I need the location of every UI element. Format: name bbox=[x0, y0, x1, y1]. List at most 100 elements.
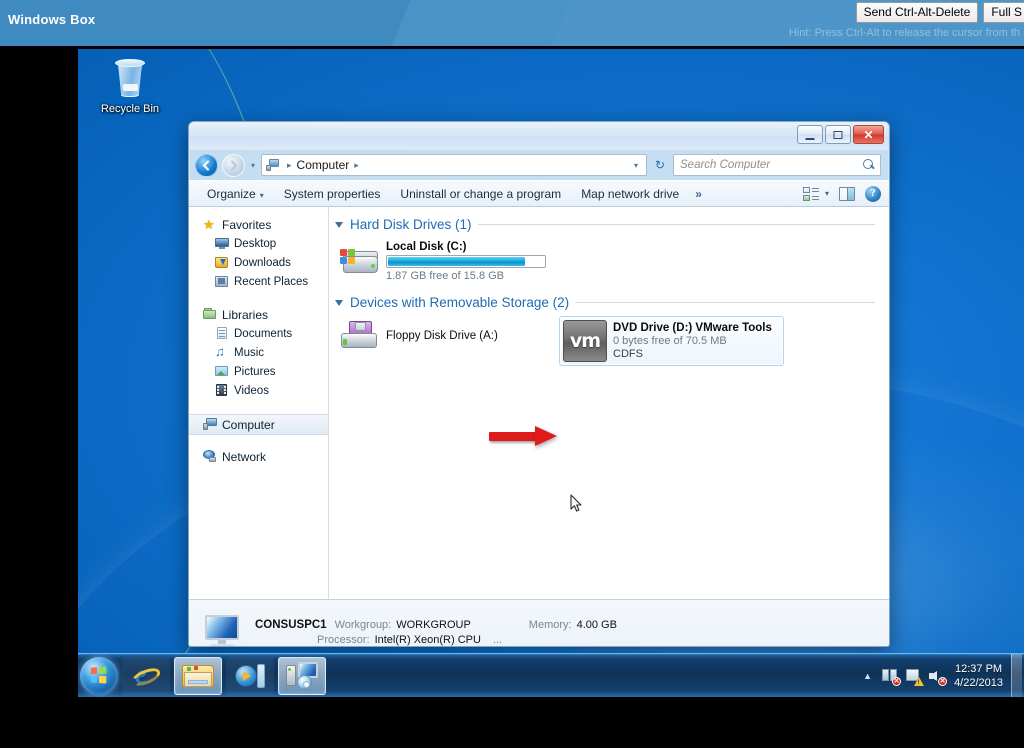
warning-badge-icon bbox=[914, 676, 925, 686]
network-icon bbox=[203, 450, 217, 463]
navigation-pane[interactable]: ★ Favorites Desktop Downloads Recent Pla… bbox=[189, 207, 329, 599]
memory-label: Memory: bbox=[528, 619, 572, 631]
recent-pages-dropdown[interactable]: ▾ bbox=[249, 161, 257, 170]
console-hint-text: Hint: Press Ctrl-Alt to release the curs… bbox=[788, 27, 1020, 39]
clock[interactable]: 12:37 PM 4/22/2013 bbox=[948, 662, 1011, 690]
details-text: CONSUSPC1 Workgroup: WORKGROUP Memory: 4… bbox=[255, 619, 617, 646]
folder-icon bbox=[182, 663, 214, 689]
taskbar-windows-explorer[interactable] bbox=[174, 656, 222, 695]
minimize-button[interactable] bbox=[797, 125, 823, 144]
tray-network-icon[interactable]: ✕ bbox=[882, 668, 902, 686]
pictures-icon bbox=[215, 365, 229, 378]
breadcrumb-item-computer[interactable]: Computer bbox=[296, 158, 351, 172]
toolbar-uninstall-change-program[interactable]: Uninstall or change a program bbox=[390, 183, 571, 205]
search-placeholder: Search Computer bbox=[680, 159, 771, 171]
workgroup-label: Workgroup: bbox=[334, 619, 392, 631]
toolbar-overflow-button[interactable]: » bbox=[689, 183, 708, 205]
drive-label: Floppy Disk Drive (A:) bbox=[386, 330, 498, 342]
full-screen-button[interactable]: Full S bbox=[983, 2, 1024, 23]
nav-item-label: Downloads bbox=[234, 256, 291, 269]
refresh-icon[interactable]: ↻ bbox=[651, 158, 669, 172]
window-controls: ✕ bbox=[797, 125, 884, 144]
nav-downloads[interactable]: Downloads bbox=[189, 253, 328, 272]
nav-music[interactable]: ♫ Music bbox=[189, 343, 328, 362]
chevron-down-icon[interactable]: ▾ bbox=[629, 161, 643, 170]
breadcrumb[interactable]: ▸ Computer ▸ ▾ bbox=[261, 154, 647, 176]
console-header: Windows Box Send Ctrl-Alt-Delete Full S … bbox=[0, 0, 1024, 46]
drive-capacity-text: 0 bytes free of 70.5 MB bbox=[613, 335, 727, 347]
console-title: Windows Box bbox=[8, 12, 96, 27]
toolbar-map-network-drive[interactable]: Map network drive bbox=[571, 183, 689, 205]
nav-item-label: Recent Places bbox=[234, 275, 309, 288]
nav-item-label: Computer bbox=[222, 417, 275, 432]
error-badge-icon: ✕ bbox=[938, 676, 948, 686]
chevron-down-icon[interactable]: ▾ bbox=[825, 189, 829, 198]
downloads-icon bbox=[215, 256, 229, 269]
group-removable-storage-header[interactable]: Devices with Removable Storage (2) bbox=[329, 295, 889, 310]
videos-icon bbox=[215, 384, 229, 397]
system-tray: ▲ ✕ ✕ 12:37 PM 4/22/2013 bbox=[856, 654, 1024, 697]
documents-icon bbox=[215, 327, 229, 340]
nav-recent-places[interactable]: Recent Places bbox=[189, 272, 328, 291]
desktop-icon-recycle-bin[interactable]: Recycle Bin bbox=[90, 57, 170, 116]
desktop-icon bbox=[215, 237, 229, 250]
computer-disc-icon bbox=[286, 661, 318, 690]
forward-button[interactable] bbox=[222, 153, 245, 177]
vm-viewport[interactable]: Recycle Bin ✕ ▾ ▸ Computer ▸ ▾ ↻ Search … bbox=[78, 49, 1024, 697]
group-hard-disk-drives-header[interactable]: Hard Disk Drives (1) bbox=[329, 217, 889, 232]
details-pane: CONSUSPC1 Workgroup: WORKGROUP Memory: 4… bbox=[189, 599, 889, 646]
recycle-bin-icon bbox=[108, 57, 152, 101]
collapse-triangle-icon[interactable] bbox=[335, 221, 343, 228]
show-desktop-button[interactable] bbox=[1011, 654, 1022, 697]
vmware-disc-icon: vm bbox=[563, 320, 607, 362]
content-pane[interactable]: Hard Disk Drives (1) Local Disk (C:) 1.8… bbox=[329, 207, 889, 599]
nav-item-label: Pictures bbox=[234, 365, 276, 378]
close-button[interactable]: ✕ bbox=[853, 125, 884, 144]
error-badge-icon: ✕ bbox=[892, 676, 902, 686]
group-title: Devices with Removable Storage (2) bbox=[350, 295, 570, 310]
nav-videos[interactable]: Videos bbox=[189, 381, 328, 400]
floppy-disk-icon bbox=[340, 319, 380, 353]
taskbar-windows-media-player[interactable] bbox=[226, 656, 274, 695]
internet-explorer-icon: e bbox=[129, 661, 163, 690]
drive-meta: Floppy Disk Drive (A:) bbox=[386, 330, 498, 342]
workgroup-value: WORKGROUP bbox=[396, 619, 471, 631]
taskbar-computer-window[interactable] bbox=[278, 656, 326, 695]
show-hidden-icons-button[interactable]: ▲ bbox=[856, 671, 879, 681]
drive-floppy-a[interactable]: Floppy Disk Drive (A:) bbox=[337, 316, 559, 356]
drive-dvd-d[interactable]: vm DVD Drive (D:) VMware Tools 0 bytes f… bbox=[559, 316, 784, 366]
nav-favorites[interactable]: ★ Favorites bbox=[189, 215, 328, 234]
nav-pictures[interactable]: Pictures bbox=[189, 362, 328, 381]
send-ctrl-alt-delete-button[interactable]: Send Ctrl-Alt-Delete bbox=[855, 2, 979, 23]
tray-action-center-icon[interactable] bbox=[905, 668, 925, 686]
breadcrumb-separator-end[interactable]: ▸ bbox=[350, 160, 363, 171]
nav-network[interactable]: Network bbox=[189, 447, 328, 466]
back-button[interactable] bbox=[195, 153, 218, 177]
nav-libraries[interactable]: Libraries bbox=[189, 305, 328, 324]
change-view-icon[interactable] bbox=[802, 186, 819, 201]
tray-volume-icon[interactable]: ✕ bbox=[928, 668, 948, 686]
nav-documents[interactable]: Documents bbox=[189, 324, 328, 343]
drive-local-disk-c[interactable]: Local Disk (C:) 1.87 GB free of 15.8 GB bbox=[337, 238, 549, 285]
start-orb-button[interactable] bbox=[80, 656, 118, 695]
window-titlebar[interactable]: ✕ bbox=[189, 122, 889, 150]
explorer-window[interactable]: ✕ ▾ ▸ Computer ▸ ▾ ↻ Search Computer Org… bbox=[188, 121, 890, 647]
help-icon[interactable]: ? bbox=[865, 185, 881, 202]
drive-list-removable: Floppy Disk Drive (A:) vm DVD Drive (D:)… bbox=[329, 316, 889, 446]
computer-icon bbox=[203, 418, 217, 431]
drive-label: DVD Drive (D:) VMware Tools bbox=[613, 322, 772, 334]
drive-capacity-text: 1.87 GB free of 15.8 GB bbox=[386, 270, 505, 282]
search-input[interactable]: Search Computer bbox=[673, 154, 881, 176]
media-player-icon bbox=[235, 663, 265, 689]
maximize-button[interactable] bbox=[825, 125, 851, 144]
explorer-body: ★ Favorites Desktop Downloads Recent Pla… bbox=[189, 207, 889, 599]
toolbar-system-properties[interactable]: System properties bbox=[274, 183, 391, 205]
nav-desktop[interactable]: Desktop bbox=[189, 234, 328, 253]
toolbar-organize[interactable]: Organize ▾ bbox=[197, 183, 274, 205]
nav-group-libraries: Libraries Documents ♫ Music Pictures Vid… bbox=[189, 305, 328, 400]
taskbar-internet-explorer[interactable]: e bbox=[122, 656, 170, 695]
collapse-triangle-icon[interactable] bbox=[335, 299, 343, 306]
nav-computer[interactable]: Computer bbox=[189, 414, 328, 435]
preview-pane-icon[interactable] bbox=[839, 186, 855, 201]
